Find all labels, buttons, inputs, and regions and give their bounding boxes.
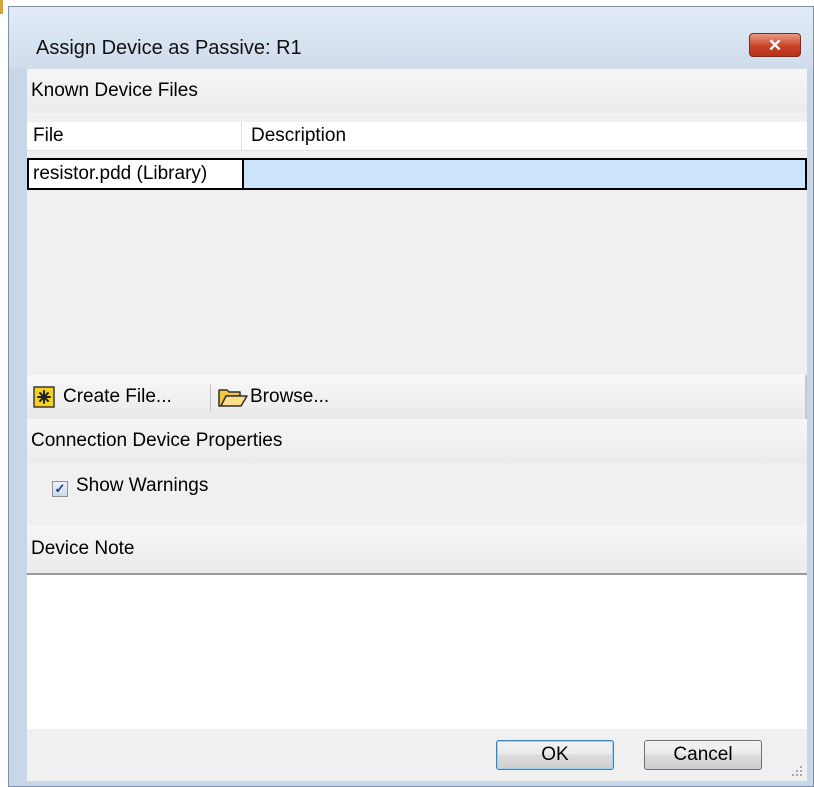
file-toolbar: Create File... Browse... [27, 375, 807, 419]
cell-description[interactable] [244, 160, 805, 188]
connection-properties-panel: ✓ Show Warnings [27, 463, 807, 525]
folder-open-icon [218, 386, 248, 417]
device-note-textarea[interactable] [27, 573, 807, 729]
title-bar[interactable]: Assign Device as Passive: R1 ✕ [9, 7, 813, 69]
dialog-window: Assign Device as Passive: R1 ✕ Known Dev… [8, 6, 814, 787]
table-row[interactable]: resistor.pdd (Library) [27, 158, 807, 190]
device-files-grid[interactable]: File Description resistor.pdd (Library) [27, 113, 807, 375]
create-file-button[interactable]: Create File... [33, 383, 203, 411]
close-button[interactable]: ✕ [749, 33, 801, 57]
column-header-file[interactable]: File [33, 125, 64, 147]
column-header-description[interactable]: Description [251, 125, 346, 147]
device-note-header: Device Note [27, 525, 807, 573]
known-device-files-header: Known Device Files [27, 69, 807, 113]
browse-label: Browse... [250, 386, 330, 407]
show-warnings-checkbox[interactable]: ✓ [52, 481, 68, 497]
toolbar-separator [210, 385, 211, 411]
column-divider[interactable] [241, 122, 242, 150]
cancel-button[interactable]: Cancel [644, 740, 762, 770]
grid-header: File Description [27, 122, 807, 151]
cell-file[interactable]: resistor.pdd (Library) [29, 160, 244, 188]
connection-properties-header: Connection Device Properties [27, 419, 807, 463]
left-edge-accent [0, 0, 3, 14]
resize-grip-icon[interactable] [791, 765, 803, 777]
button-bar: OK Cancel [27, 729, 807, 781]
browse-button[interactable]: Browse... [218, 383, 358, 411]
ok-button[interactable]: OK [496, 740, 614, 770]
new-file-icon [33, 386, 55, 417]
create-file-label: Create File... [63, 386, 172, 407]
dialog-content: Known Device Files File Description resi… [27, 69, 807, 781]
known-device-files-label: Known Device Files [31, 80, 198, 101]
left-edge [0, 0, 8, 787]
close-icon: ✕ [767, 36, 783, 55]
show-warnings-label[interactable]: Show Warnings [76, 475, 208, 497]
connection-properties-label: Connection Device Properties [31, 430, 283, 451]
window-title: Assign Device as Passive: R1 [36, 37, 302, 59]
device-note-label: Device Note [31, 538, 135, 559]
checkmark-icon: ✓ [54, 481, 66, 496]
